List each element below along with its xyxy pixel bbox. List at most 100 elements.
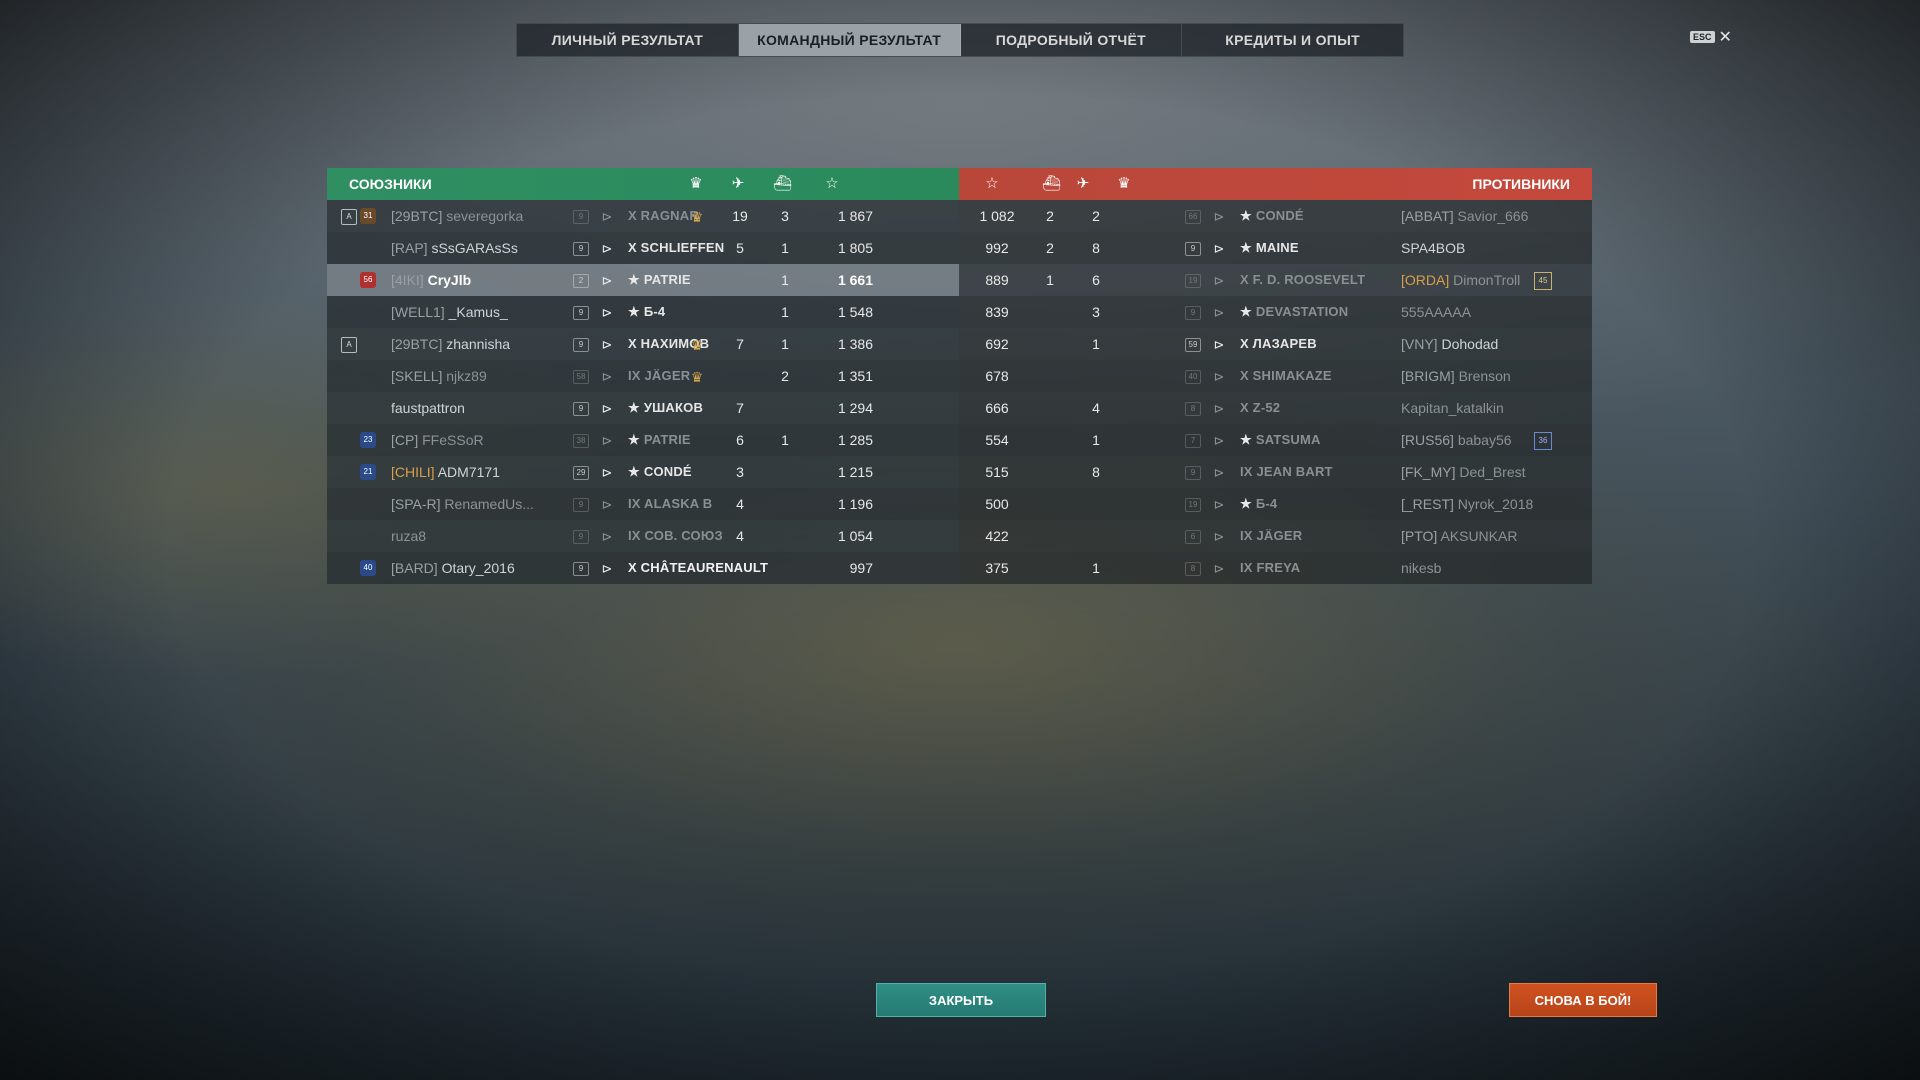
rank-shield-icon: 40	[360, 560, 376, 576]
kills-count: 2	[1046, 240, 1054, 256]
nickname: severegorka	[446, 208, 524, 224]
nickname: zhannisha	[446, 336, 511, 352]
ally-row[interactable]: [SKELL] njkz89 58 ⊳ IX JÄGER ♛ 2 1 351	[327, 360, 959, 392]
player-name[interactable]: [PTO] AKSUNKAR	[1401, 520, 1517, 552]
player-name[interactable]: [BRIGM] Brenson	[1401, 360, 1511, 392]
nickname: AKSUNKAR	[1440, 528, 1518, 544]
enemy-row[interactable]: 375 1 8 ⊳ IX FREYA nikesb	[959, 552, 1592, 584]
ally-row[interactable]: ruza8 9 ⊳ IX СОВ. СОЮЗ 4 1 054	[327, 520, 959, 552]
player-name[interactable]: [RAP] sSsGARAsSs	[391, 232, 518, 264]
tab-detailed-report[interactable]: ПОДРОБНЫЙ ОТЧЁТ	[961, 24, 1183, 56]
xp-value: 992	[985, 240, 1009, 256]
enemy-row[interactable]: 515 8 9 ⊳ IX JEAN BART [FK_MY] Ded_Brest	[959, 456, 1592, 488]
elite-star-icon: ★	[628, 304, 640, 319]
laurel-icon: ♛	[690, 209, 704, 225]
enemy-row[interactable]: 692 1 59 ⊳ X ЛАЗАРЕВ [VNY] Dohodad	[959, 328, 1592, 360]
tab-credits-xp[interactable]: КРЕДИТЫ И ОПЫТ	[1182, 24, 1403, 56]
esc-close-control[interactable]: ESC ✕	[1690, 27, 1732, 47]
enemy-row[interactable]: 889 1 6 19 ⊳ X F. D. ROOSEVELT [ORDA] DimonTro…	[959, 264, 1592, 296]
ally-row[interactable]: [WELL1] _Kamus_ 9 ⊳ ★ Б-4 1 1 548	[327, 296, 959, 328]
player-name[interactable]: [ABBAT] Savior_666	[1401, 200, 1528, 232]
enemy-row[interactable]: 666 4 8 ⊳ X Z-52 Kapitan_katalkin	[959, 392, 1592, 424]
xp-value: 1 548	[837, 304, 873, 320]
enemy-row[interactable]: 839 3 9 ⊳ ★ DEVASTATION 555AAAAA	[959, 296, 1592, 328]
player-name[interactable]: [_REST] Nyrok_2018	[1401, 488, 1533, 520]
player-name[interactable]: Kapitan_katalkin	[1401, 392, 1504, 424]
enemy-row[interactable]: 992 2 8 9 ⊳ ★ MAINE SPA4BOB	[959, 232, 1592, 264]
player-name[interactable]: [BARD] Otary_2016	[391, 552, 515, 584]
level-badge: 9	[573, 242, 589, 256]
player-name[interactable]: [VNY] Dohodad	[1401, 328, 1498, 360]
player-name[interactable]: [SPA-R] RenamedUs...	[391, 488, 534, 520]
ally-row[interactable]: 23 [CP] FFeSSoR 38 ⊳ ★ PATRIE 6 1 1 285	[327, 424, 959, 456]
planes-count: 19	[732, 208, 748, 224]
planes-count: 6	[1092, 272, 1100, 288]
player-name[interactable]: [RUS56] babay56	[1401, 424, 1512, 456]
enemy-row[interactable]: 500 19 ⊳ ★ Б-4 [_REST] Nyrok_2018	[959, 488, 1592, 520]
ship-name: IX СОВ. СОЮЗ	[628, 528, 723, 543]
level-badge: 2	[573, 274, 589, 288]
clan-tag: [SKELL]	[391, 368, 443, 384]
player-name[interactable]: [29BTC] severegorka	[391, 200, 523, 232]
enemy-row[interactable]: 1 082 2 2 66 ⊳ ★ CONDÉ [ABBAT] Savior_666	[959, 200, 1592, 232]
player-name[interactable]: 555AAAAA	[1401, 296, 1471, 328]
ally-row[interactable]: 21 [CHILI] ADM7171 29 ⊳ ★ CONDÉ 3 1 215	[327, 456, 959, 488]
ship-name: X SHIMAKAZE	[1240, 368, 1332, 383]
player-name[interactable]: [4IKI] CryJlb	[391, 264, 471, 296]
player-name[interactable]: [ORDA] DimonTroll	[1401, 264, 1520, 296]
tab-personal-result[interactable]: ЛИЧНЫЙ РЕЗУЛЬТАТ	[517, 24, 739, 56]
ally-row[interactable]: A [29BTC] zhannisha 9 ⊳ X НАХИМОВ ♛ 7 1 1 386	[327, 328, 959, 360]
nickname: DimonTroll	[1453, 272, 1521, 288]
ally-row[interactable]: 40 [BARD] Otary_2016 9 ⊳ X CHÂTEAURENAULT 997	[327, 552, 959, 584]
xp-value: 375	[985, 560, 1009, 576]
player-name[interactable]: [FK_MY] Ded_Brest	[1401, 456, 1526, 488]
enemy-row[interactable]: 678 40 ⊳ X SHIMAKAZE [BRIGM] Brenson	[959, 360, 1592, 392]
ship-name: X Z-52	[1240, 400, 1281, 415]
nickname: njkz89	[446, 368, 487, 384]
nickname: Savior_666	[1457, 208, 1529, 224]
ship-class-icon: ⊳	[601, 433, 613, 448]
player-name[interactable]: [CP] FFeSSoR	[391, 424, 484, 456]
ship-class-icon: ⊳	[601, 241, 613, 256]
player-name[interactable]: nikesb	[1401, 552, 1441, 584]
battle-again-button[interactable]: СНОВА В БОЙ!	[1509, 983, 1657, 1017]
clan-tag: [FK_MY]	[1401, 464, 1456, 480]
tab-team-result[interactable]: КОМАНДНЫЙ РЕЗУЛЬТАТ	[738, 24, 961, 56]
kills-count	[1030, 424, 1070, 456]
kills-count	[1030, 392, 1070, 424]
rank-shield-icon: 31	[360, 208, 376, 224]
player-name[interactable]: [CHILI] ADM7171	[391, 456, 500, 488]
ally-row[interactable]: faustpattron 9 ⊳ ★ УШАКОВ 7 1 294	[327, 392, 959, 424]
ally-row[interactable]: [RAP] sSsGARAsSs 9 ⊳ X SCHLIEFFEN 5 1 1 805	[327, 232, 959, 264]
kills-count	[1030, 552, 1070, 584]
xp-value: 554	[985, 432, 1009, 448]
level-badge: 9	[1185, 466, 1201, 480]
ship-class-icon: ⊳	[601, 369, 613, 384]
laurel-icon: ♛	[1117, 175, 1131, 192]
player-name[interactable]: ruza8	[391, 520, 426, 552]
nickname: ADM7171	[437, 464, 500, 480]
xp-value: 1 661	[837, 272, 873, 288]
nickname: babay56	[1457, 432, 1512, 448]
player-name[interactable]: SPA4BOB	[1401, 232, 1465, 264]
player-name[interactable]: [SKELL] njkz89	[391, 360, 487, 392]
enemy-row[interactable]: 422 6 ⊳ IX JÄGER [PTO] AKSUNKAR	[959, 520, 1592, 552]
planes-count	[1076, 360, 1116, 392]
close-icon[interactable]: ✕	[1719, 27, 1732, 47]
ally-row[interactable]: [SPA-R] RenamedUs... 9 ⊳ IX ALASKA B 4 1 196	[327, 488, 959, 520]
ally-row[interactable]: A 31 [29BTC] severegorka 9 ⊳ X RAGNAR ♛ 19 3 1 86…	[327, 200, 959, 232]
close-button[interactable]: ЗАКРЫТЬ	[876, 983, 1046, 1017]
player-name[interactable]: [WELL1] _Kamus_	[391, 296, 508, 328]
ship-class-icon: ⊳	[1213, 369, 1225, 384]
rank-shield-icon: 23	[360, 432, 376, 448]
player-name[interactable]: faustpattron	[391, 392, 465, 424]
player-name[interactable]: [29BTC] zhannisha	[391, 328, 510, 360]
nickname: ruza8	[391, 528, 427, 544]
clan-tag: [_REST]	[1401, 496, 1454, 512]
ship-class-icon: ⊳	[601, 529, 613, 544]
enemy-row[interactable]: 554 1 7 ⊳ ★ SATSUMA [RUS56] babay56 36	[959, 424, 1592, 456]
ally-row[interactable]: 56 [4IKI] CryJlb 2 ⊳ ★ PATRIE 1 1 661	[327, 264, 959, 296]
clan-tag: [BRIGM]	[1401, 368, 1455, 384]
ship-name: ★ CONDÉ	[628, 464, 692, 479]
nickname: Dohodad	[1441, 336, 1499, 352]
